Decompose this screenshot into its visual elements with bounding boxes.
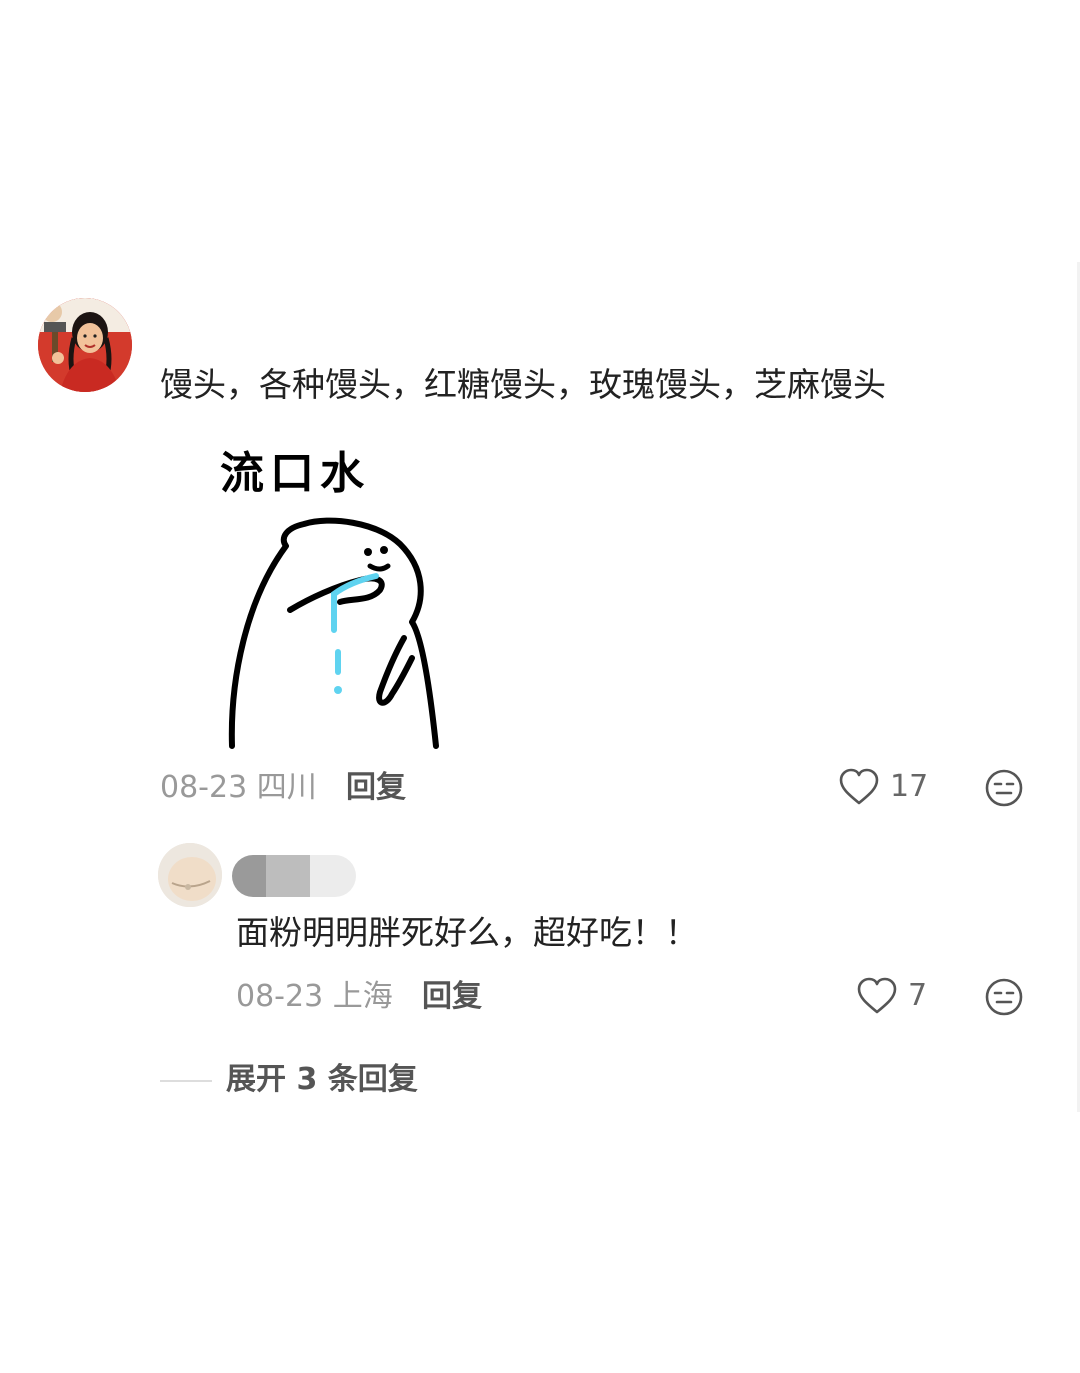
like-count: 17 bbox=[890, 769, 929, 804]
reply-meta: 08-23 上海 bbox=[236, 977, 393, 1017]
expand-divider bbox=[160, 1080, 212, 1082]
username-redacted bbox=[232, 855, 356, 897]
avatar[interactable] bbox=[38, 298, 132, 392]
reply-button[interactable]: 回复 bbox=[346, 768, 406, 808]
sticker-caption: 流口水 bbox=[220, 448, 370, 499]
reply-location: 上海 bbox=[332, 979, 393, 1014]
reply-reply-button[interactable]: 回复 bbox=[422, 977, 482, 1017]
heart-outline-icon bbox=[856, 977, 898, 1015]
heart-outline-icon bbox=[838, 768, 880, 806]
avatar-image bbox=[38, 298, 132, 392]
reply-date: 08-23 bbox=[236, 979, 324, 1014]
sticker-image[interactable]: 流口水 bbox=[200, 430, 490, 750]
drool-sticker: 流口水 bbox=[218, 448, 474, 749]
expand-replies-button[interactable]: 展开 3 条回复 bbox=[226, 1060, 418, 1100]
comment-date: 08-23 bbox=[160, 770, 248, 805]
comment-meta: 08-23 四川 bbox=[160, 768, 317, 808]
comment-text: 馒头，各种馒头，红糖馒头，玫瑰馒头，芝麻馒头 bbox=[160, 365, 886, 404]
neutral-face-icon[interactable] bbox=[984, 977, 1024, 1017]
reply-avatar[interactable] bbox=[158, 843, 222, 907]
reply-like-count: 7 bbox=[908, 978, 928, 1013]
avatar-image bbox=[158, 843, 222, 907]
comment-location: 四川 bbox=[256, 770, 317, 805]
reply-text: 面粉明明胖死好么，超好吃！！ bbox=[236, 913, 698, 952]
like-button[interactable]: 17 bbox=[838, 767, 928, 807]
reply-like-button[interactable]: 7 bbox=[856, 976, 927, 1016]
neutral-face-icon[interactable] bbox=[984, 768, 1024, 808]
